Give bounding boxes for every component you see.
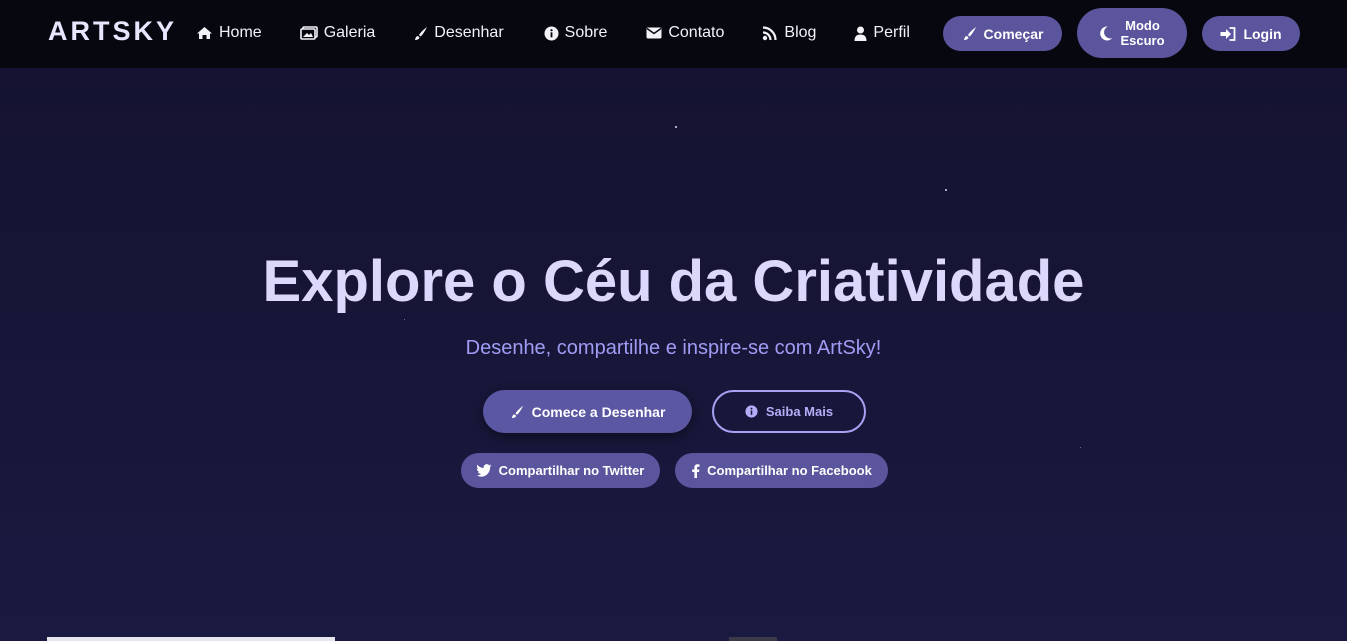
rss-icon bbox=[763, 25, 777, 40]
share-twitter-label: Compartilhar no Twitter bbox=[498, 463, 645, 478]
bottom-scroll-indicator bbox=[47, 637, 335, 641]
twitter-icon bbox=[476, 464, 492, 477]
images-icon bbox=[299, 26, 318, 40]
nav-contato-label: Contato bbox=[668, 24, 725, 41]
nav-contato[interactable]: Contato bbox=[646, 22, 724, 44]
star bbox=[404, 319, 405, 320]
nav-blog[interactable]: Blog bbox=[762, 22, 816, 44]
dark-mode-label-line2: Escuro bbox=[1120, 33, 1165, 48]
nav-galeria-label: Galeria bbox=[323, 24, 376, 41]
share-twitter-button[interactable]: Compartilhar no Twitter bbox=[461, 453, 660, 488]
info-circle-icon bbox=[544, 26, 559, 40]
star bbox=[1080, 447, 1081, 448]
dark-mode-label-line1: Modo bbox=[1125, 18, 1160, 33]
sign-in-icon bbox=[1220, 26, 1236, 41]
user-icon bbox=[854, 26, 867, 41]
envelope-icon bbox=[646, 27, 662, 39]
nav-home[interactable]: Home bbox=[196, 22, 262, 44]
nav-desenhar-label: Desenhar bbox=[434, 24, 504, 41]
home-icon bbox=[197, 27, 212, 39]
learn-more-label: Saiba Mais bbox=[765, 404, 834, 419]
nav-galeria[interactable]: Galeria bbox=[299, 22, 376, 44]
nav-sobre[interactable]: Sobre bbox=[544, 22, 608, 44]
hero-section: Explore o Céu da Criatividade Desenhe, c… bbox=[0, 68, 1347, 641]
bottom-divider bbox=[729, 637, 777, 641]
site-logo[interactable]: ARTSKY bbox=[48, 16, 177, 47]
login-button[interactable]: Login bbox=[1202, 16, 1300, 51]
start-button[interactable]: Começar bbox=[943, 16, 1062, 51]
facebook-icon bbox=[692, 463, 700, 478]
login-button-label: Login bbox=[1243, 25, 1282, 42]
navbar: ARTSKY Home Galeria Desenhar Sobre Conta… bbox=[0, 0, 1347, 68]
paint-brush-icon bbox=[963, 27, 976, 40]
nav-blog-label: Blog bbox=[784, 24, 817, 41]
moon-icon bbox=[1100, 25, 1113, 40]
dark-mode-toggle[interactable]: Modo Escuro bbox=[1077, 8, 1187, 58]
nav-sobre-label: Sobre bbox=[564, 24, 608, 41]
nav-home-label: Home bbox=[219, 24, 262, 41]
dark-mode-label: Modo Escuro bbox=[1120, 18, 1164, 48]
nav-desenhar[interactable]: Desenhar bbox=[413, 22, 504, 44]
star bbox=[675, 126, 677, 128]
paint-brush-icon bbox=[415, 26, 428, 40]
learn-more-button[interactable]: Saiba Mais bbox=[712, 390, 866, 433]
hero-title: Explore o Céu da Criatividade bbox=[262, 249, 1085, 314]
star bbox=[945, 189, 947, 191]
start-drawing-label: Comece a Desenhar bbox=[531, 403, 666, 420]
nav-links: Home Galeria Desenhar Sobre Contato Blog… bbox=[196, 22, 910, 44]
paint-brush-icon bbox=[511, 405, 523, 418]
hero-subtitle: Desenhe, compartilhe e inspire-se com Ar… bbox=[465, 337, 882, 359]
info-circle-icon bbox=[745, 405, 758, 418]
share-facebook-label: Compartilhar no Facebook bbox=[707, 463, 872, 478]
start-drawing-button[interactable]: Comece a Desenhar bbox=[483, 390, 692, 433]
share-facebook-button[interactable]: Compartilhar no Facebook bbox=[675, 453, 888, 488]
nav-perfil-label: Perfil bbox=[873, 24, 910, 41]
nav-perfil[interactable]: Perfil bbox=[854, 22, 910, 44]
start-button-label: Começar bbox=[983, 25, 1044, 42]
